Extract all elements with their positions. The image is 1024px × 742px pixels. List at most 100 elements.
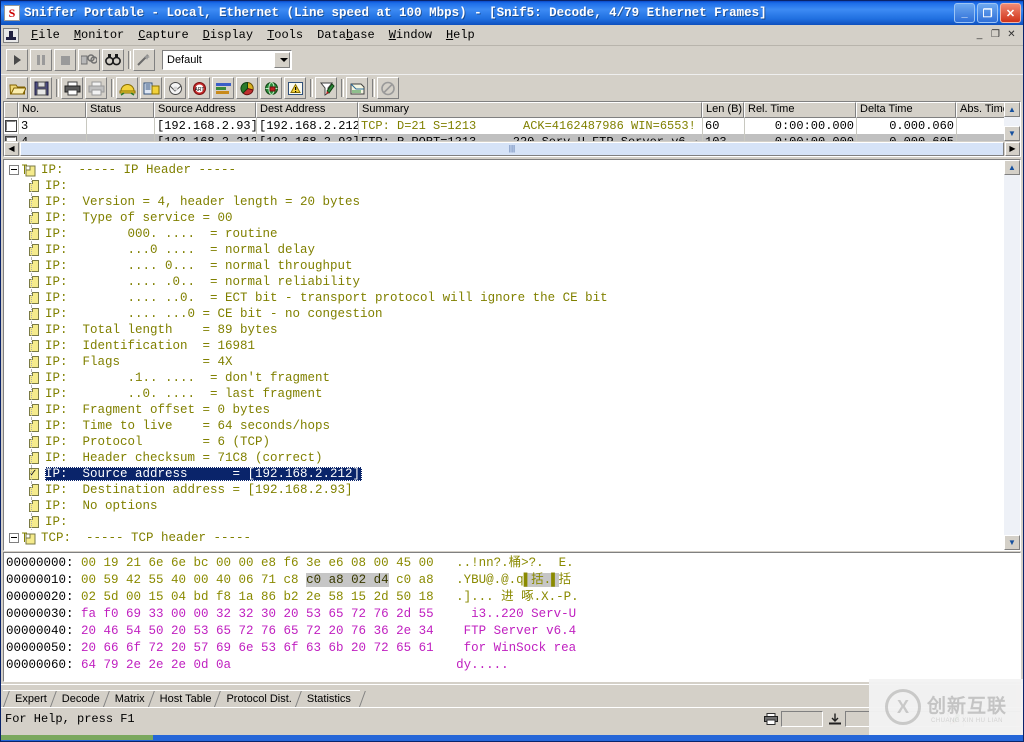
chevron-down-icon[interactable]	[274, 52, 290, 68]
stop-and-display-button[interactable]	[78, 49, 100, 71]
expand-collapse-icon[interactable]	[9, 165, 19, 175]
decode-tree-row[interactable]: IP: .... .0.. = normal reliability	[4, 274, 1004, 290]
menu-capture[interactable]: Capture	[131, 26, 195, 44]
minimize-button[interactable]: _	[954, 3, 975, 23]
decode-tree-row[interactable]: IP: ..0. .... = last fragment	[4, 386, 1004, 402]
save-file-button[interactable]	[30, 77, 52, 99]
column-header-len[interactable]: Len (B)	[702, 102, 744, 118]
host-table-button[interactable]: ART	[188, 77, 210, 99]
column-header-summary[interactable]: Summary	[358, 102, 702, 118]
print-preview-button[interactable]	[85, 77, 107, 99]
decode-tree-row[interactable]: IP: ...0 .... = normal delay	[4, 242, 1004, 258]
hex-dump-row[interactable]: 00000040: 20 46 54 50 20 53 65 72 76 65 …	[6, 623, 1020, 640]
column-header-no[interactable]: No.	[18, 102, 86, 118]
column-header-source-address[interactable]: Source Address	[154, 102, 256, 118]
mdi-close-button[interactable]: ✕	[1004, 27, 1019, 41]
alarm-log-button[interactable]	[284, 77, 306, 99]
hex-dump-pane[interactable]: 00000000: 00 19 21 6e 6e bc 00 00 e8 f6 …	[3, 552, 1021, 682]
hex-dump-row[interactable]: 00000050: 20 66 6f 72 20 57 69 6e 53 6f …	[6, 640, 1020, 657]
tab-decode[interactable]: Decode	[49, 690, 109, 707]
decode-tree-row[interactable]: IP: Total length = 89 bytes	[4, 322, 1004, 338]
expert-button[interactable]	[116, 77, 138, 99]
decode-tree-row[interactable]: IP: .1.. .... = don't fragment	[4, 370, 1004, 386]
decode-tree-row[interactable]: IP: Type of service = 00	[4, 210, 1004, 226]
menu-database[interactable]: Database	[310, 26, 382, 44]
matrix-button[interactable]	[164, 77, 186, 99]
decode-tree-row[interactable]: IP: .... ...0 = CE bit - no congestion	[4, 306, 1004, 322]
row-checkbox[interactable]	[4, 118, 19, 134]
decode-tree-body[interactable]: IP: ----- IP Header ----- IP: IP: Version …	[4, 160, 1004, 550]
column-header-check[interactable]	[4, 102, 18, 118]
capture-icon[interactable]	[825, 711, 845, 727]
mdi-system-icon[interactable]	[3, 27, 19, 43]
column-header-delta-time[interactable]: Delta Time	[856, 102, 956, 118]
table-row[interactable]: 3 [192.168.2.93] [192.168.2.212] TCP: D=…	[4, 118, 1020, 134]
menu-display[interactable]: Display	[196, 26, 260, 44]
tab-matrix[interactable]: Matrix	[102, 690, 154, 707]
start-capture-button[interactable]	[6, 49, 28, 71]
decode-tree-row[interactable]: IP: .... ..0. = ECT bit - transport prot…	[4, 290, 1004, 306]
menu-window[interactable]: Window	[382, 26, 439, 44]
decode-tree-row[interactable]: IP: .... 0... = normal throughput	[4, 258, 1004, 274]
stop-capture-button[interactable]	[54, 49, 76, 71]
scroll-right-icon[interactable]: ▶	[1005, 141, 1020, 156]
scroll-up-icon[interactable]: ▲	[1004, 160, 1020, 175]
open-file-button[interactable]	[6, 77, 28, 99]
packet-list-hscrollbar[interactable]: ◀ ||| ▶	[4, 141, 1020, 156]
tab-statistics[interactable]: Statistics	[294, 690, 360, 707]
profile-combo[interactable]: Default	[161, 49, 293, 71]
capture-wizard-button[interactable]	[133, 49, 155, 71]
hscroll-thumb[interactable]: |||	[20, 141, 1004, 156]
decode-tree-row[interactable]: IP: Time to live = 64 seconds/hops	[4, 418, 1004, 434]
decode-tree-row[interactable]: IP: ----- IP Header -----	[4, 162, 1004, 178]
menu-file[interactable]: FFileile	[24, 26, 67, 44]
scroll-up-icon[interactable]: ▲	[1004, 102, 1020, 117]
menu-monitor[interactable]: Monitor	[67, 26, 131, 44]
statistics-button[interactable]	[236, 77, 258, 99]
decode-tree-row[interactable]: IP:	[4, 514, 1004, 530]
global-statistics-button[interactable]	[260, 77, 282, 99]
tab-host-table[interactable]: Host Table	[147, 690, 221, 707]
tab-expert[interactable]: Expert	[3, 690, 56, 707]
column-header-status[interactable]: Status	[86, 102, 154, 118]
decode-tree-row[interactable]: IP: Flags = 4X	[4, 354, 1004, 370]
maximize-button[interactable]: ❐	[977, 3, 998, 23]
stop-action-button[interactable]	[377, 77, 399, 99]
scroll-down-icon[interactable]: ▼	[1004, 535, 1020, 550]
packet-list-vscrollbar[interactable]: ▲ ▼	[1004, 102, 1020, 141]
menu-tools[interactable]: Tools	[260, 26, 310, 44]
hex-dump-row[interactable]: 00000030: fa f0 69 33 00 00 32 32 30 20 …	[6, 606, 1020, 623]
decode-tree-row[interactable]: IP: Destination address = [192.168.2.93]	[4, 482, 1004, 498]
decode-tree-row[interactable]: IP: Protocol = 6 (TCP)	[4, 434, 1004, 450]
scroll-down-icon[interactable]: ▼	[1004, 126, 1020, 141]
decode-tree-vscrollbar[interactable]: ▲ ▼	[1004, 160, 1020, 550]
close-button[interactable]: ✕	[1000, 3, 1021, 23]
print-button[interactable]	[61, 77, 83, 99]
pause-capture-button[interactable]	[30, 49, 52, 71]
hex-dump-row[interactable]: 00000000: 00 19 21 6e 6e bc 00 00 e8 f6 …	[6, 555, 1020, 572]
hex-dump-row[interactable]: 00000060: 64 79 2e 2e 2e 0d 0a dy.....	[6, 657, 1020, 674]
decode-tree-row[interactable]: IP: Header checksum = 71C8 (correct)	[4, 450, 1004, 466]
menu-help[interactable]: Help	[439, 26, 482, 44]
column-header-rel-time[interactable]: Rel. Time	[744, 102, 856, 118]
decode-button[interactable]	[140, 77, 162, 99]
decode-tree-row[interactable]: IP: Identification = 16981	[4, 338, 1004, 354]
decode-tree-row[interactable]: IP: No options	[4, 498, 1004, 514]
decode-tree-row[interactable]: TCP: ----- TCP header -----	[4, 530, 1004, 546]
expand-collapse-icon[interactable]	[9, 533, 19, 543]
tab-protocol-dist[interactable]: Protocol Dist.	[214, 690, 301, 707]
printer-icon[interactable]	[761, 711, 781, 727]
decode-tree-row[interactable]: IP: Fragment offset = 0 bytes	[4, 402, 1004, 418]
scroll-left-icon[interactable]: ◀	[4, 141, 19, 156]
display-capture-button[interactable]	[102, 49, 124, 71]
hex-dump-row[interactable]: 00000020: 02 5d 00 15 04 bd f8 1a 86 b2 …	[6, 589, 1020, 606]
decode-tree-row[interactable]: IP: Version = 4, header length = 20 byte…	[4, 194, 1004, 210]
protocol-dist-button[interactable]	[212, 77, 234, 99]
mdi-minimize-button[interactable]: _	[972, 27, 987, 41]
decode-tree-row[interactable]: IP:	[4, 178, 1004, 194]
decode-tree-row[interactable]: ✓ IP: Source address = [192.168.2.212]	[4, 466, 1004, 482]
column-header-dest-address[interactable]: Dest Address	[256, 102, 358, 118]
address-book-button[interactable]	[346, 77, 368, 99]
mdi-restore-button[interactable]: ❐	[988, 27, 1003, 41]
define-filter-button[interactable]	[315, 77, 337, 99]
